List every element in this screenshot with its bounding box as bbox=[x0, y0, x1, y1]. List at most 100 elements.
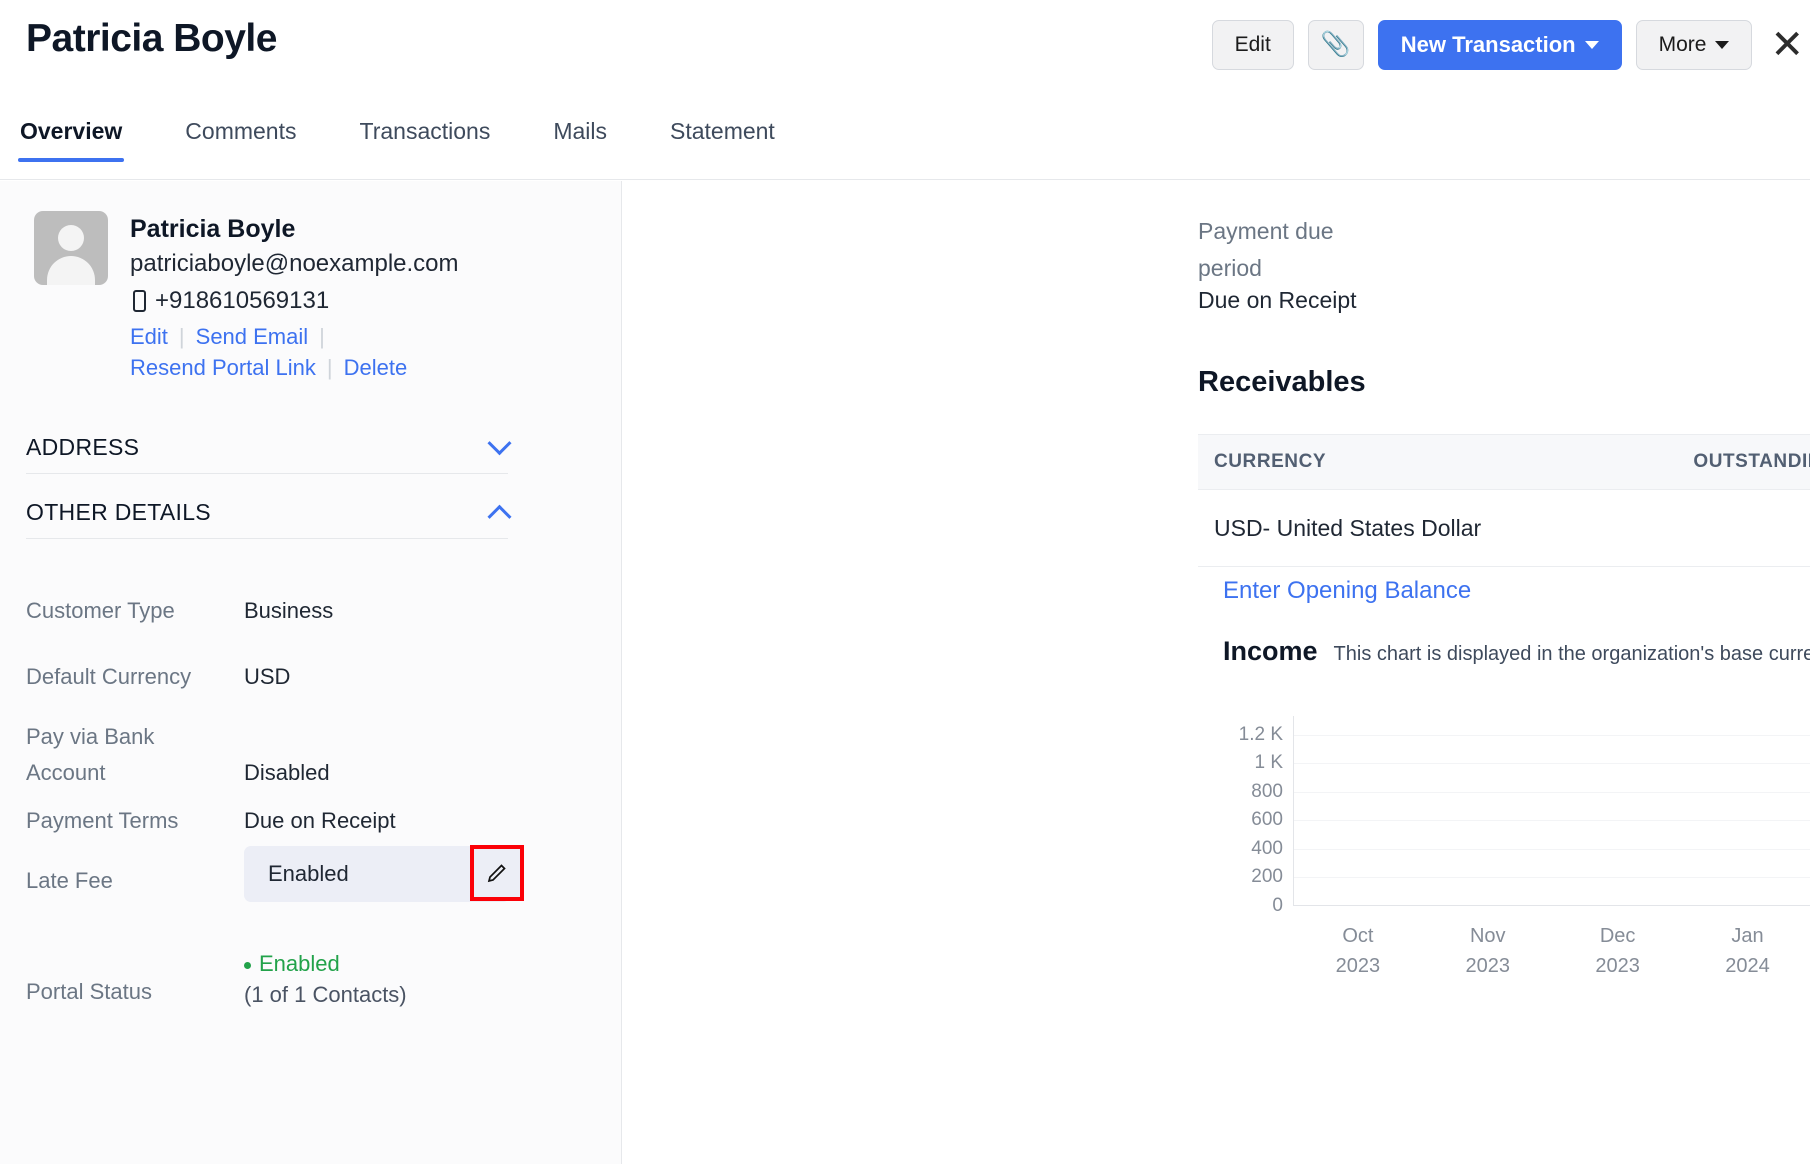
page-header: Patricia Boyle Edit 📎 New Transaction Mo… bbox=[0, 0, 1810, 110]
late-fee-label: Late Fee bbox=[26, 863, 244, 899]
table-row: USD- United States Dollar $1,566.84 $0.0… bbox=[1198, 490, 1810, 566]
delete-link[interactable]: Delete bbox=[344, 355, 408, 381]
attachment-button[interactable]: 📎 bbox=[1308, 20, 1364, 70]
chevron-down-icon bbox=[1585, 41, 1599, 49]
table-header-row: CURRENCY OUTSTANDING RECEIVABLES UNUSED … bbox=[1198, 434, 1810, 490]
income-controls: Last 6 Months Accrual bbox=[1223, 636, 1810, 666]
tab-bar: Overview Comments Transactions Mails Sta… bbox=[0, 118, 1810, 180]
chart-plot-area bbox=[1293, 716, 1810, 906]
row-default-currency: Default Currency USD bbox=[26, 659, 546, 695]
column-header-outstanding: OUTSTANDING RECEIVABLES bbox=[1648, 451, 1810, 473]
row-pay-via-bank-account: Pay via Bank Account Disabled bbox=[26, 719, 546, 791]
section-address-title: ADDRESS bbox=[26, 434, 139, 461]
pay-via-bank-label: Pay via Bank Account bbox=[26, 719, 244, 791]
more-button[interactable]: More bbox=[1636, 20, 1753, 70]
row-customer-type: Customer Type Business bbox=[26, 593, 546, 629]
y-axis-tick-label: 400 bbox=[1251, 838, 1283, 860]
customer-type-label: Customer Type bbox=[26, 593, 244, 629]
column-header-currency: CURRENCY bbox=[1198, 451, 1648, 473]
page-title: Patricia Boyle bbox=[26, 17, 277, 61]
avatar bbox=[34, 211, 108, 285]
payment-terms-value: Due on Receipt bbox=[244, 803, 396, 839]
chart-gridline bbox=[1294, 792, 1810, 793]
default-currency-label: Default Currency bbox=[26, 659, 244, 695]
new-transaction-button[interactable]: New Transaction bbox=[1378, 20, 1622, 70]
contact-info: Patricia Boyle patriciaboyle@noexample.c… bbox=[130, 211, 500, 381]
y-axis-tick-label: 200 bbox=[1251, 866, 1283, 888]
close-icon[interactable]: ✕ bbox=[1770, 25, 1804, 65]
chart-x-axis: Oct2023Nov2023Dec2023Jan2024Feb2024Mar20… bbox=[1293, 921, 1810, 991]
y-axis-tick-label: 0 bbox=[1272, 895, 1283, 917]
default-currency-value: USD bbox=[244, 659, 290, 695]
enter-opening-balance-link[interactable]: Enter Opening Balance bbox=[1223, 577, 1471, 605]
divider: | bbox=[327, 355, 333, 381]
overview-main: Payment due period Due on Receipt Receiv… bbox=[623, 181, 1810, 1164]
pencil-icon bbox=[485, 861, 509, 885]
pay-via-bank-label-line2: Account bbox=[26, 760, 106, 785]
y-axis-tick-label: 1 K bbox=[1254, 752, 1283, 774]
chevron-down-icon bbox=[1715, 41, 1729, 49]
income-bar-chart: 02004006008001 K1.2 K Oct2023Nov2023Dec2… bbox=[1223, 716, 1810, 956]
y-axis-tick-label: 600 bbox=[1251, 809, 1283, 831]
chart-gridline bbox=[1294, 763, 1810, 764]
chevron-down-icon[interactable] bbox=[487, 431, 511, 455]
cell-outstanding-receivables[interactable]: $1,566.84 bbox=[1648, 515, 1810, 542]
edit-button[interactable]: Edit bbox=[1212, 20, 1294, 70]
send-email-link[interactable]: Send Email bbox=[196, 324, 309, 350]
customer-type-value: Business bbox=[244, 593, 333, 629]
chart-gridline bbox=[1294, 849, 1810, 850]
contact-phone: +918610569131 bbox=[130, 287, 500, 315]
pay-via-bank-value: Disabled bbox=[244, 719, 330, 791]
contact-edit-link[interactable]: Edit bbox=[130, 324, 168, 350]
late-fee-value: Enabled bbox=[268, 856, 349, 892]
section-other-details-title: OTHER DETAILS bbox=[26, 499, 211, 526]
table-divider bbox=[1198, 566, 1810, 567]
cell-currency: USD- United States Dollar bbox=[1198, 515, 1648, 542]
contact-actions: Edit | Send Email | Resend Portal Link |… bbox=[130, 324, 500, 381]
portal-status-value-group: Enabled (1 of 1 Contacts) bbox=[244, 946, 407, 1010]
x-axis-tick-label: Jan2024 bbox=[1725, 921, 1770, 981]
receivables-table: CURRENCY OUTSTANDING RECEIVABLES UNUSED … bbox=[1198, 434, 1810, 567]
tab-statement[interactable]: Statement bbox=[670, 118, 775, 161]
payment-due-label-line2: period bbox=[1198, 255, 1262, 281]
x-axis-tick-label: Dec2023 bbox=[1595, 921, 1640, 981]
portal-status-value: Enabled bbox=[259, 951, 340, 976]
details-sidebar: Patricia Boyle patriciaboyle@noexample.c… bbox=[0, 181, 622, 1164]
contact-phone-number: +918610569131 bbox=[155, 287, 329, 315]
chart-baseline bbox=[1294, 905, 1810, 906]
payment-due-period-value: Due on Receipt bbox=[1198, 287, 1357, 314]
row-payment-terms: Payment Terms Due on Receipt bbox=[26, 803, 546, 839]
x-axis-tick-label: Nov2023 bbox=[1466, 921, 1511, 981]
status-badge: Enabled bbox=[244, 946, 407, 982]
chevron-up-icon[interactable] bbox=[487, 505, 511, 529]
contact-name: Patricia Boyle bbox=[130, 213, 500, 245]
row-portal-status: Portal Status Enabled (1 of 1 Contacts) bbox=[26, 946, 546, 1010]
divider: | bbox=[319, 324, 325, 350]
tab-comments[interactable]: Comments bbox=[185, 118, 296, 161]
paperclip-icon: 📎 bbox=[1321, 21, 1351, 69]
chart-y-axis: 02004006008001 K1.2 K bbox=[1223, 716, 1283, 906]
status-dot-icon bbox=[244, 962, 251, 969]
tab-mails[interactable]: Mails bbox=[553, 118, 607, 161]
receivables-title: Receivables bbox=[1198, 366, 1366, 399]
x-axis-tick-label: Oct2023 bbox=[1336, 921, 1381, 981]
payment-terms-label: Payment Terms bbox=[26, 803, 244, 839]
mobile-phone-icon bbox=[133, 290, 146, 312]
chart-gridline bbox=[1294, 877, 1810, 878]
late-fee-edit-button[interactable] bbox=[470, 845, 524, 901]
contact-email: patriciaboyle@noexample.com bbox=[130, 248, 500, 281]
section-address[interactable]: ADDRESS bbox=[26, 434, 508, 474]
divider: | bbox=[179, 324, 185, 350]
tab-overview[interactable]: Overview bbox=[20, 118, 122, 161]
more-label: More bbox=[1659, 21, 1707, 69]
section-other-details[interactable]: OTHER DETAILS bbox=[26, 499, 508, 539]
header-actions: Edit 📎 New Transaction More ✕ bbox=[1212, 20, 1804, 70]
tab-transactions[interactable]: Transactions bbox=[360, 118, 491, 161]
customer-detail-page: Patricia Boyle Edit 📎 New Transaction Mo… bbox=[0, 0, 1810, 1164]
y-axis-tick-label: 800 bbox=[1251, 781, 1283, 803]
new-transaction-label: New Transaction bbox=[1401, 21, 1576, 69]
resend-portal-link[interactable]: Resend Portal Link bbox=[130, 355, 316, 381]
portal-status-sub: (1 of 1 Contacts) bbox=[244, 982, 407, 1008]
chart-gridline bbox=[1294, 735, 1810, 736]
pay-via-bank-label-line1: Pay via Bank bbox=[26, 724, 154, 749]
